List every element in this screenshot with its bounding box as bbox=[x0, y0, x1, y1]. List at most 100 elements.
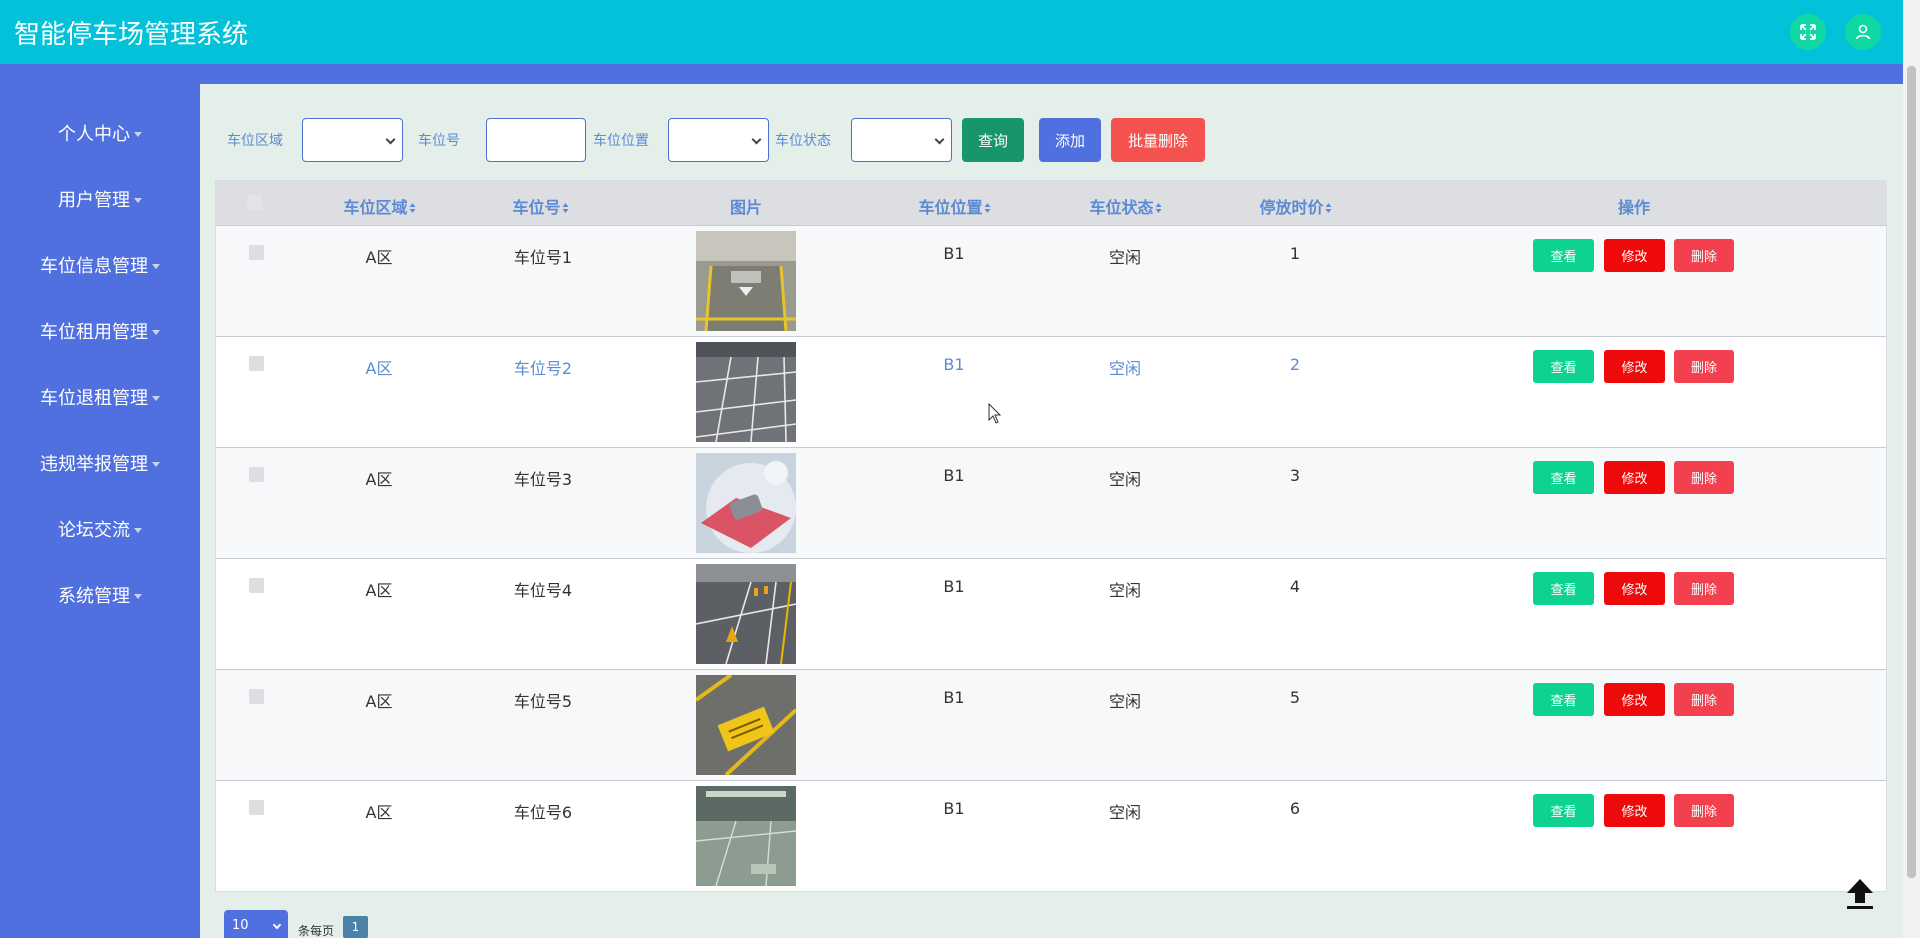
header-number-label: 车位号 bbox=[512, 198, 561, 217]
content-top-strip bbox=[200, 64, 1903, 84]
sidebar-item-label: 违规举报管理 bbox=[40, 454, 148, 475]
caret-down-icon bbox=[152, 263, 160, 269]
sort-icon bbox=[409, 203, 417, 214]
chevron-down-icon bbox=[385, 134, 396, 145]
sidebar-item-label: 论坛交流 bbox=[58, 520, 130, 541]
view-button[interactable]: 查看 bbox=[1533, 350, 1594, 383]
select-all-checkbox[interactable] bbox=[247, 195, 262, 210]
sidebar-item-space-rental[interactable]: 车位租用管理 bbox=[0, 311, 200, 351]
row-checkbox[interactable] bbox=[249, 467, 264, 482]
sort-icon bbox=[1155, 203, 1163, 214]
sidebar-item-space-info[interactable]: 车位信息管理 bbox=[0, 245, 200, 285]
space-photo bbox=[696, 564, 796, 664]
row-checkbox[interactable] bbox=[249, 356, 264, 371]
sidebar-item-label: 车位租用管理 bbox=[40, 322, 148, 343]
cell-number: 车位号5 bbox=[513, 692, 573, 711]
cell-area: A区 bbox=[365, 248, 393, 267]
view-button[interactable]: 查看 bbox=[1533, 239, 1594, 272]
header-area[interactable]: 车位区域 bbox=[343, 194, 416, 218]
delete-button[interactable]: 删除 bbox=[1674, 572, 1734, 605]
edit-button[interactable]: 修改 bbox=[1604, 350, 1665, 383]
sidebar-item-system[interactable]: 系统管理 bbox=[0, 575, 200, 615]
view-button[interactable]: 查看 bbox=[1533, 461, 1594, 494]
edit-button[interactable]: 修改 bbox=[1604, 794, 1665, 827]
header-actions: 操作 bbox=[1618, 194, 1650, 218]
delete-button[interactable]: 删除 bbox=[1674, 350, 1734, 383]
fullscreen-icon[interactable] bbox=[1790, 14, 1826, 50]
table-row: A区 车位号4 B1 空闲 4 查看 修改 删除 bbox=[216, 558, 1886, 669]
table-row: A区 车位号6 B1 空闲 6 查看 修改 删除 bbox=[216, 780, 1886, 891]
row-checkbox[interactable] bbox=[249, 245, 264, 260]
header-number[interactable]: 车位号 bbox=[512, 194, 569, 218]
sidebar-item-label: 系统管理 bbox=[58, 586, 130, 607]
view-button[interactable]: 查看 bbox=[1533, 683, 1594, 716]
back-to-top-icon[interactable] bbox=[1842, 875, 1878, 911]
row-checkbox[interactable] bbox=[249, 689, 264, 704]
cell-price: 3 bbox=[1289, 466, 1301, 485]
location-filter-label: 车位位置 bbox=[593, 133, 649, 149]
space-photo bbox=[696, 231, 796, 331]
delete-button[interactable]: 删除 bbox=[1674, 683, 1734, 716]
sort-icon bbox=[1325, 203, 1333, 214]
cell-price: 2 bbox=[1289, 355, 1301, 374]
row-checkbox[interactable] bbox=[249, 800, 264, 815]
header-location[interactable]: 车位位置 bbox=[918, 194, 991, 218]
sidebar-item-forum[interactable]: 论坛交流 bbox=[0, 509, 200, 549]
delete-button[interactable]: 删除 bbox=[1674, 794, 1734, 827]
view-button[interactable]: 查看 bbox=[1533, 572, 1594, 605]
header-price[interactable]: 停放时价 bbox=[1259, 194, 1332, 218]
header-image: 图片 bbox=[730, 194, 762, 218]
space-photo bbox=[696, 342, 796, 442]
cell-location: B1 bbox=[943, 799, 965, 818]
area-select[interactable] bbox=[302, 118, 403, 162]
row-checkbox[interactable] bbox=[249, 578, 264, 593]
sidebar-item-personal-center[interactable]: 个人中心 bbox=[0, 113, 200, 153]
delete-button[interactable]: 删除 bbox=[1674, 239, 1734, 272]
number-input[interactable] bbox=[486, 118, 586, 162]
cell-status: 空闲 bbox=[1108, 359, 1142, 378]
cell-number: 车位号2 bbox=[513, 359, 573, 378]
view-button[interactable]: 查看 bbox=[1533, 794, 1594, 827]
batch-delete-button[interactable]: 批量删除 bbox=[1111, 118, 1205, 162]
top-bar: 智能停车场管理系统 bbox=[0, 0, 1903, 64]
mouse-cursor-icon bbox=[988, 402, 1002, 425]
status-filter-label: 车位状态 bbox=[775, 133, 831, 149]
table-header: 车位区域 车位号 图片 车位位置 车位状态 停放时价 操作 bbox=[216, 181, 1886, 225]
cell-price: 6 bbox=[1289, 799, 1301, 818]
location-select[interactable] bbox=[668, 118, 769, 162]
header-status[interactable]: 车位状态 bbox=[1089, 194, 1162, 218]
header-actions-label: 操作 bbox=[1617, 198, 1651, 217]
header-status-label: 车位状态 bbox=[1089, 198, 1154, 217]
query-button[interactable]: 查询 bbox=[962, 118, 1024, 162]
cell-location: B1 bbox=[943, 244, 965, 263]
edit-button[interactable]: 修改 bbox=[1604, 239, 1665, 272]
header-location-label: 车位位置 bbox=[918, 198, 983, 217]
delete-button[interactable]: 删除 bbox=[1674, 461, 1734, 494]
edit-button[interactable]: 修改 bbox=[1604, 461, 1665, 494]
add-button[interactable]: 添加 bbox=[1039, 118, 1101, 162]
cell-status: 空闲 bbox=[1108, 803, 1142, 822]
space-photo bbox=[696, 453, 796, 553]
cell-area: A区 bbox=[365, 359, 393, 378]
scrollbar-thumb[interactable] bbox=[1907, 66, 1916, 878]
cell-location: B1 bbox=[943, 577, 965, 596]
cell-location: B1 bbox=[943, 688, 965, 707]
cell-status: 空闲 bbox=[1108, 581, 1142, 600]
sidebar-item-space-return[interactable]: 车位退租管理 bbox=[0, 377, 200, 417]
sort-icon bbox=[562, 203, 570, 214]
sidebar-item-violation-report[interactable]: 违规举报管理 bbox=[0, 443, 200, 483]
page-number-button[interactable]: 1 bbox=[343, 916, 368, 938]
page-size-select[interactable]: 10 bbox=[224, 910, 288, 938]
cell-status: 空闲 bbox=[1108, 248, 1142, 267]
user-icon[interactable] bbox=[1845, 14, 1881, 50]
edit-button[interactable]: 修改 bbox=[1604, 683, 1665, 716]
page-size-value: 10 bbox=[232, 918, 249, 933]
edit-button[interactable]: 修改 bbox=[1604, 572, 1665, 605]
table-row: A区 车位号1 B1 空闲 1 查看 修改 删除 bbox=[216, 225, 1886, 336]
chevron-down-icon bbox=[934, 134, 945, 145]
status-select[interactable] bbox=[851, 118, 952, 162]
caret-down-icon bbox=[152, 329, 160, 335]
page-scrollbar[interactable] bbox=[1903, 0, 1920, 938]
sidebar-item-user-management[interactable]: 用户管理 bbox=[0, 179, 200, 219]
sidebar-item-label: 车位信息管理 bbox=[40, 256, 148, 277]
